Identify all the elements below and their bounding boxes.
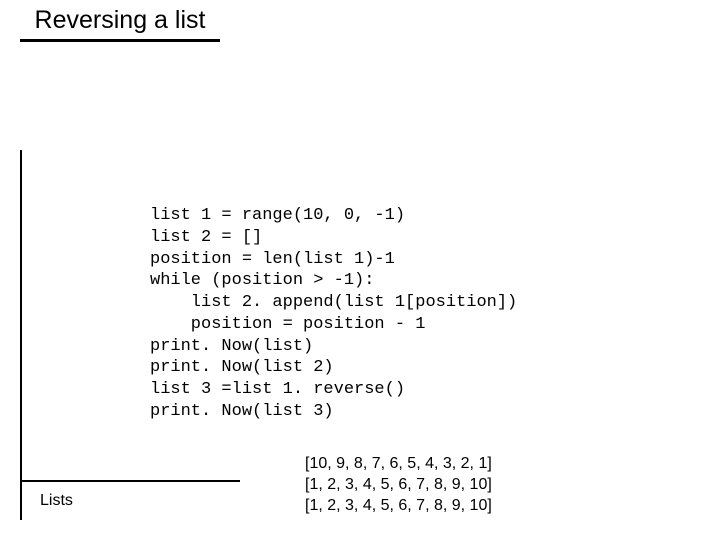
- output-block: [10, 9, 8, 7, 6, 5, 4, 3, 2, 1] [1, 2, 3…: [305, 454, 492, 516]
- vertical-rule: [20, 150, 22, 520]
- footer-label: Lists: [40, 492, 73, 510]
- code-block: list 1 = range(10, 0, -1) list 2 = [] po…: [150, 205, 517, 423]
- footer-rule: [20, 480, 240, 482]
- slide: Reversing a list list 1 = range(10, 0, -…: [0, 0, 720, 540]
- slide-title: Reversing a list: [20, 6, 220, 42]
